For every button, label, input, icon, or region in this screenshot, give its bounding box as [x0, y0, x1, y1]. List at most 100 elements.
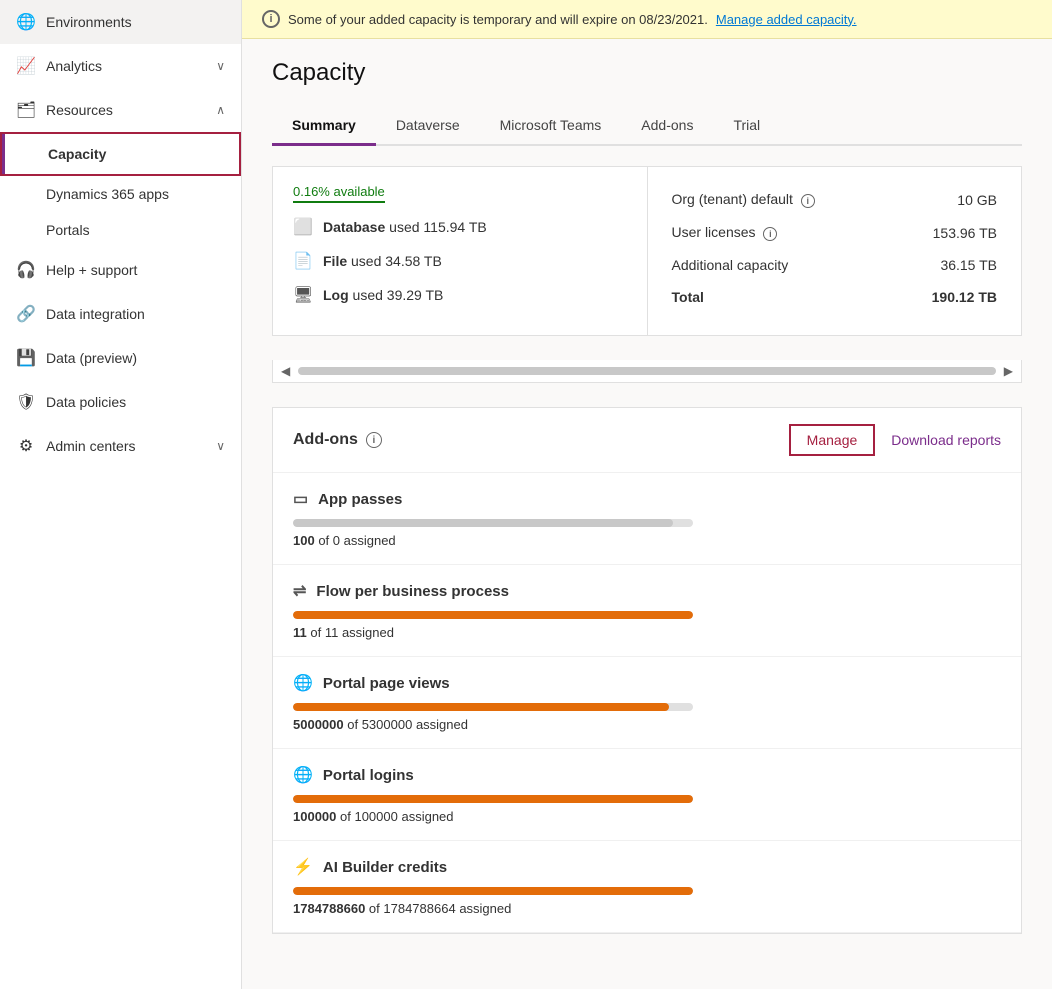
data-preview-icon: 💾 — [16, 348, 36, 368]
addon-label: AI Builder credits — [323, 859, 447, 876]
summary-card-storage: 0.16% available ⬜ Database used 115.94 T… — [272, 166, 647, 336]
chevron-down-icon: ∨ — [216, 439, 225, 453]
metrics-row-org: Org (tenant) default i 10 GB — [668, 183, 1002, 216]
database-label: Database used 115.94 TB — [323, 219, 487, 235]
sidebar-item-portals[interactable]: Portals — [0, 212, 241, 248]
app-passes-progress-track — [293, 519, 693, 527]
available-pct: 0.16% available — [293, 184, 385, 203]
tab-teams[interactable]: Microsoft Teams — [480, 107, 622, 146]
portal-logins-progress-track — [293, 795, 693, 803]
portal-views-icon: 🌐 — [293, 673, 313, 693]
sidebar-item-help[interactable]: 🎧 Help + support — [0, 248, 241, 292]
metrics-value: 153.96 TB — [892, 216, 1001, 249]
ai-builder-progress-fill — [293, 887, 693, 895]
portal-views-progress-fill — [293, 703, 669, 711]
log-row: 🖥 Log used 39.29 TB — [293, 285, 627, 305]
sidebar-item-label: Data policies — [46, 394, 126, 410]
summary-area: 0.16% available ⬜ Database used 115.94 T… — [272, 166, 1022, 336]
addon-name-row: ⇌ Flow per business process — [293, 581, 1001, 601]
tab-trial[interactable]: Trial — [713, 107, 780, 146]
portal-views-progress-track — [293, 703, 693, 711]
addons-info-icon: i — [366, 432, 382, 448]
environments-icon: 🌐 — [16, 12, 36, 32]
ai-builder-assigned-text: 1784788660 of 1784788664 assigned — [293, 901, 1001, 916]
chevron-down-icon: ∨ — [216, 59, 225, 73]
metrics-value: 190.12 TB — [892, 281, 1001, 313]
portal-logins-assigned-text: 100000 of 100000 assigned — [293, 809, 1001, 824]
ai-builder-progress-track — [293, 887, 693, 895]
sidebar-item-analytics[interactable]: 📈 Analytics ∨ — [0, 44, 241, 88]
chevron-up-icon: ∧ — [216, 103, 225, 117]
scroll-track[interactable] — [298, 367, 996, 375]
file-label: File used 34.58 TB — [323, 253, 442, 269]
banner-message: Some of your added capacity is temporary… — [288, 12, 708, 27]
page-content: Capacity Summary Dataverse Microsoft Tea… — [242, 39, 1052, 989]
metrics-label: User licenses i — [668, 216, 893, 249]
sidebar-item-label: Admin centers — [46, 438, 135, 454]
addon-item-ai-builder: ⚡ AI Builder credits 1784788660 of 17847… — [273, 841, 1021, 933]
sidebar-item-admin-centers[interactable]: ⚙ Admin centers ∨ — [0, 424, 241, 468]
addon-item-portal-logins: 🌐 Portal logins 100000 of 100000 assigne… — [273, 749, 1021, 841]
summary-card-metrics: Org (tenant) default i 10 GB User licens… — [647, 166, 1023, 336]
metrics-row-additional: Additional capacity 36.15 TB — [668, 249, 1002, 281]
addon-item-flow-per-business: ⇌ Flow per business process 11 of 11 ass… — [273, 565, 1021, 657]
metrics-table: Org (tenant) default i 10 GB User licens… — [668, 183, 1002, 313]
sidebar: 🌐 Environments 📈 Analytics ∨ 🗂 Resources… — [0, 0, 242, 989]
scrollbar-row[interactable]: ◀ ▶ — [272, 360, 1022, 383]
sidebar-item-data-policies[interactable]: 🛡 Data policies — [0, 380, 241, 424]
sidebar-item-capacity[interactable]: Capacity — [0, 132, 241, 176]
sidebar-item-label: Portals — [46, 222, 90, 238]
sidebar-item-data-integration[interactable]: 🔗 Data integration — [0, 292, 241, 336]
main-content: i Some of your added capacity is tempora… — [242, 0, 1052, 989]
addon-item-portal-page-views: 🌐 Portal page views 5000000 of 5300000 a… — [273, 657, 1021, 749]
flow-assigned-text: 11 of 11 assigned — [293, 625, 1001, 640]
sidebar-item-environments[interactable]: 🌐 Environments — [0, 0, 241, 44]
flow-icon: ⇌ — [293, 581, 306, 601]
sidebar-item-label: Data (preview) — [46, 350, 137, 366]
sidebar-item-dynamics365[interactable]: Dynamics 365 apps — [0, 176, 241, 212]
addon-label: Portal page views — [323, 675, 450, 692]
addon-name-row: ⚡ AI Builder credits — [293, 857, 1001, 877]
file-row: 📄 File used 34.58 TB — [293, 251, 627, 271]
log-icon: 🖥 — [293, 285, 313, 305]
metrics-row-total: Total 190.12 TB — [668, 281, 1002, 313]
manage-button[interactable]: Manage — [789, 424, 876, 456]
metrics-row-user: User licenses i 153.96 TB — [668, 216, 1002, 249]
manage-capacity-link[interactable]: Manage added capacity. — [716, 12, 857, 27]
app-passes-assigned-text: 100 of 0 assigned — [293, 533, 1001, 548]
addons-header: Add-ons i Manage Download reports — [273, 408, 1021, 473]
addons-actions: Manage Download reports — [789, 424, 1001, 456]
scroll-right-arrow[interactable]: ▶ — [1004, 364, 1013, 378]
admin-centers-icon: ⚙ — [16, 436, 36, 456]
database-row: ⬜ Database used 115.94 TB — [293, 217, 627, 237]
sidebar-item-data-preview[interactable]: 💾 Data (preview) — [0, 336, 241, 380]
sidebar-item-label: Analytics — [46, 58, 102, 74]
sidebar-item-label: Help + support — [46, 262, 137, 278]
metrics-label: Additional capacity — [668, 249, 893, 281]
sidebar-item-label: Data integration — [46, 306, 145, 322]
sidebar-item-resources[interactable]: 🗂 Resources ∧ — [0, 88, 241, 132]
addon-label: Portal logins — [323, 767, 414, 784]
sidebar-item-label: Capacity — [48, 146, 106, 162]
download-reports-link[interactable]: Download reports — [891, 432, 1001, 448]
addons-title: Add-ons i — [293, 431, 382, 449]
database-icon: ⬜ — [293, 217, 313, 237]
tab-dataverse[interactable]: Dataverse — [376, 107, 480, 146]
sidebar-item-label: Environments — [46, 14, 132, 30]
tab-addons[interactable]: Add-ons — [621, 107, 713, 146]
addon-label: Flow per business process — [316, 583, 509, 600]
flow-progress-fill — [293, 611, 693, 619]
sidebar-item-label: Dynamics 365 apps — [46, 186, 169, 202]
metrics-label: Total — [668, 281, 893, 313]
banner: i Some of your added capacity is tempora… — [242, 0, 1052, 39]
app-passes-progress-fill — [293, 519, 673, 527]
metrics-value: 10 GB — [892, 183, 1001, 216]
metrics-value: 36.15 TB — [892, 249, 1001, 281]
file-icon: 📄 — [293, 251, 313, 271]
addon-name-row: ▭ App passes — [293, 489, 1001, 509]
scroll-left-arrow[interactable]: ◀ — [281, 364, 290, 378]
addon-item-app-passes: ▭ App passes 100 of 0 assigned — [273, 473, 1021, 565]
addon-label: App passes — [318, 491, 402, 508]
tab-summary[interactable]: Summary — [272, 107, 376, 146]
flow-progress-track — [293, 611, 693, 619]
